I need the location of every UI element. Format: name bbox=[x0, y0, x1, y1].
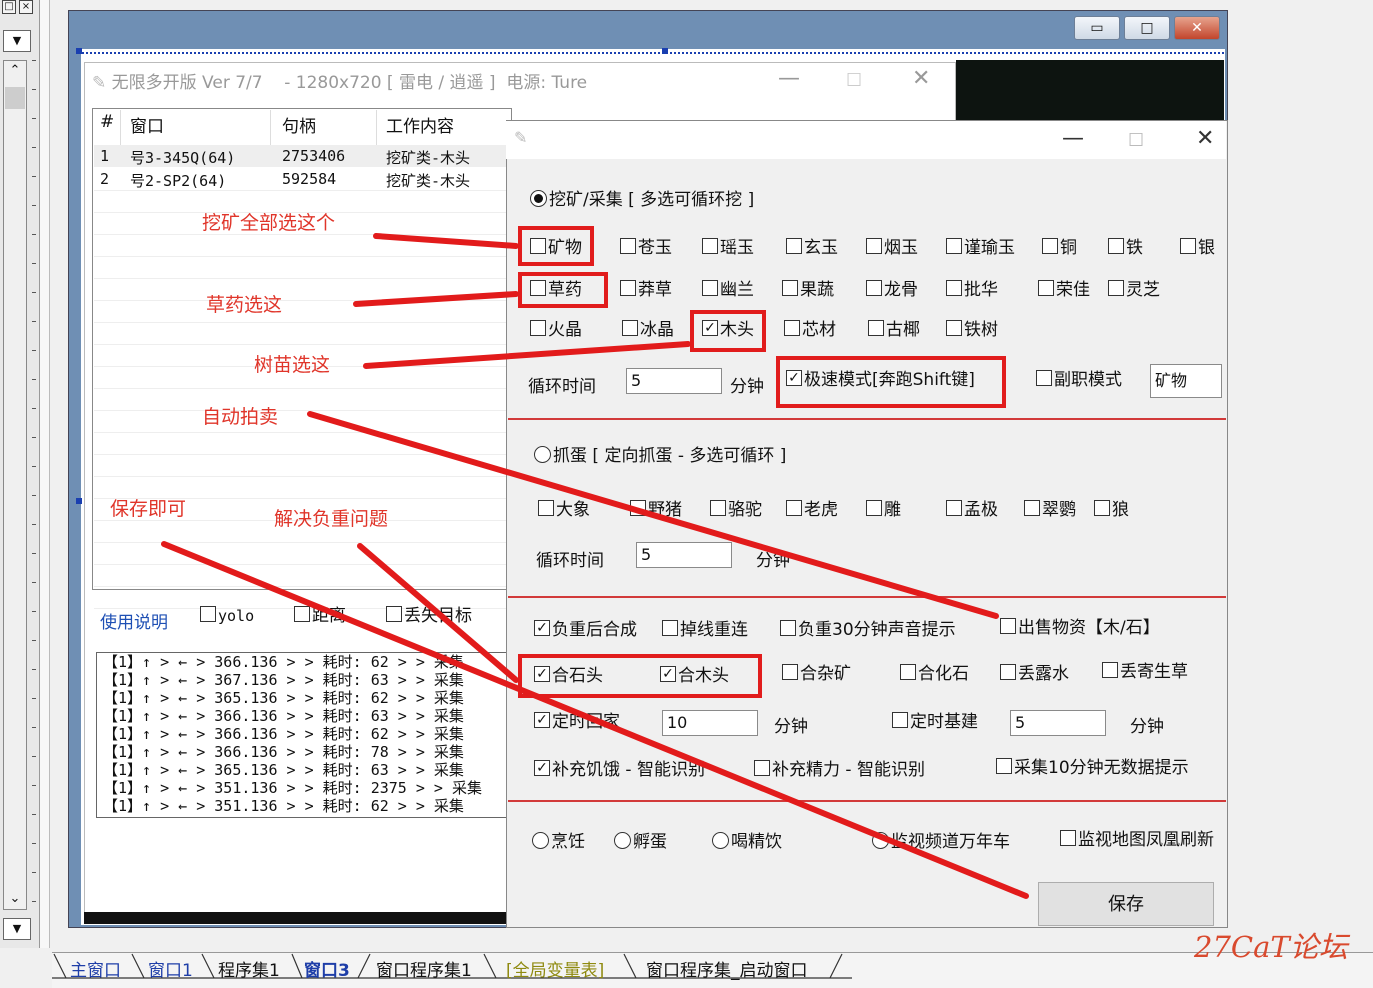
tab-sep bbox=[483, 953, 497, 979]
tab-sep bbox=[201, 953, 215, 979]
watermark-logo: 27CaT论坛 bbox=[1194, 930, 1348, 964]
tab-window3[interactable]: 窗口3 bbox=[304, 956, 350, 981]
arrow-weight bbox=[357, 543, 519, 683]
tab-sep bbox=[131, 953, 145, 979]
tab-sep bbox=[623, 953, 637, 979]
tab-sep bbox=[53, 953, 67, 979]
annotation-mining-all: 挖矿全部选这个 bbox=[202, 212, 336, 234]
annotation-auction: 自动拍卖 bbox=[202, 406, 279, 428]
tab-window-program-set1[interactable]: 窗口程序集1 bbox=[376, 956, 472, 981]
tab-sep bbox=[829, 953, 843, 979]
tab-program-set1[interactable]: 程序集1 bbox=[218, 956, 280, 981]
tab-startup-window[interactable]: 窗口程序集_启动窗口 bbox=[646, 956, 808, 981]
tab-main-window[interactable]: 主窗口 bbox=[70, 956, 121, 981]
tab-global-vars[interactable]: [全局变量表] bbox=[506, 956, 604, 981]
annotation-arrows bbox=[161, 233, 1029, 899]
annotation-saplings: 树苗选这 bbox=[254, 354, 331, 376]
annotation-weight: 解决负重问题 bbox=[274, 508, 389, 530]
arrow-wood bbox=[363, 341, 691, 369]
arrow-herbs bbox=[353, 291, 519, 307]
arrow-auction bbox=[307, 411, 999, 619]
tab-window1[interactable]: 窗口1 bbox=[148, 956, 193, 981]
annotation-save: 保存即可 bbox=[110, 498, 187, 520]
tab-sep bbox=[357, 953, 371, 979]
tab-sep bbox=[291, 953, 303, 979]
annotation-herbs: 草药选这 bbox=[206, 294, 283, 316]
arrow-save bbox=[161, 541, 1029, 899]
arrow-minerals bbox=[373, 233, 519, 249]
